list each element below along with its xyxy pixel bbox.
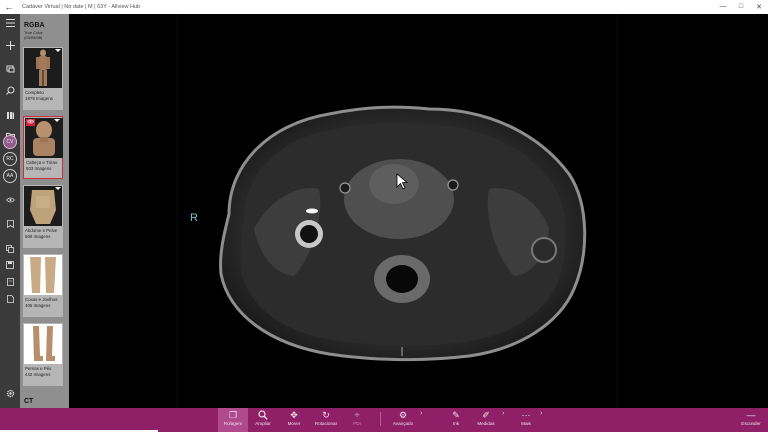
series-label: Pernas e Pés 442 Imagens: [25, 366, 51, 377]
pen-icon: ✎: [452, 410, 460, 420]
series-name: Abdome e Pelve: [25, 228, 58, 233]
tool-label: Ampliar: [255, 421, 271, 426]
tool-label: Rolagem: [223, 421, 243, 426]
chevron-right-icon[interactable]: ›: [420, 410, 422, 417]
menu-caret-icon[interactable]: [55, 325, 61, 328]
note-icon[interactable]: [2, 277, 18, 291]
tool-esconder[interactable]: — Esconder: [736, 408, 766, 432]
bottom-toolbar: ❐ Rolagem Ampliar ✥ Mover ↻ Rotacionar ⌖…: [0, 408, 768, 432]
series-name: Pernas e Pés: [25, 366, 52, 371]
tool-label: Esconder: [741, 421, 761, 426]
series-thumb-coxas-joelhos[interactable]: Coxas e Joelhos 406 Imagens: [23, 254, 63, 317]
series-thumb-pernas-pes[interactable]: Pernas e Pés 442 Imagens: [23, 323, 63, 386]
tool-pdi[interactable]: ⌖ PDI: [342, 408, 372, 432]
series-thumb-completo[interactable]: Completo 1879 Imagens: [23, 47, 63, 110]
close-button[interactable]: ✕: [750, 3, 768, 11]
zoom-icon: [248, 408, 278, 421]
search-icon[interactable]: [2, 86, 18, 100]
visible-eye-icon[interactable]: [26, 119, 35, 126]
tool-label: Medidas: [477, 421, 495, 426]
series-thumbnail-image: [24, 186, 62, 226]
series-thumbnail-image: [24, 255, 62, 295]
series-count: 442 Imagens: [25, 371, 51, 377]
tool-avancado[interactable]: ⚙ Avançado: [388, 408, 418, 432]
tool-rolagem[interactable]: ❐ Rolagem: [218, 408, 248, 432]
series-count: 1879 Imagens: [25, 95, 53, 101]
series-name: Cabeça e Tórax: [26, 160, 58, 165]
hide-icon: —: [746, 410, 756, 420]
more-icon: ⋯: [521, 410, 531, 420]
tool-mover[interactable]: ✥ Mover: [279, 408, 309, 432]
menu-caret-icon[interactable]: [55, 49, 61, 52]
tool-label: Rotacionar: [314, 421, 338, 426]
rc-button[interactable]: RC: [3, 152, 17, 166]
tool-rotacionar[interactable]: ↻ Rotacionar: [311, 408, 341, 432]
copy-icon[interactable]: [2, 244, 18, 258]
aa-button[interactable]: AA: [3, 169, 17, 183]
series-name: Coxas e Joelhos: [25, 297, 58, 302]
menu-caret-icon[interactable]: [55, 187, 61, 190]
save-icon[interactable]: [2, 260, 18, 274]
series-label: Completo 1879 Imagens: [25, 90, 53, 101]
window-controls: — □ ✕: [714, 3, 768, 11]
tool-label: PDI: [353, 421, 361, 426]
tool-mais[interactable]: ⋯ Mais: [511, 408, 541, 432]
series-panel: RGBA True Color (03/05/08) Completo 1879…: [20, 14, 69, 408]
series-label: Cabeça e Tórax 503 Imagens: [26, 160, 57, 171]
title-bar: ← Cadáver Virtual | No date | M | 63Y - …: [0, 0, 768, 14]
orientation-marker: R: [190, 212, 198, 224]
series-thumbnail-image: [24, 324, 62, 364]
panel-subtitle: True Color (03/05/08): [24, 30, 43, 40]
series-thumb-abdome-pelve[interactable]: Abdome e Pelve 508 Imagens: [23, 185, 63, 248]
chevron-right-icon[interactable]: ›: [540, 410, 542, 417]
series-thumb-cabeca-torax[interactable]: Cabeça e Tórax 503 Imagens: [23, 116, 63, 179]
back-button[interactable]: ←: [0, 2, 18, 12]
cv-button[interactable]: CV: [3, 135, 17, 149]
tool-ink[interactable]: ✎ Ink: [441, 408, 471, 432]
series-count: 508 Imagens: [25, 233, 51, 239]
maximize-button[interactable]: □: [732, 3, 750, 11]
window-title: Cadáver Virtual | No date | M | 63Y - Al…: [22, 4, 141, 10]
add-icon[interactable]: [2, 41, 18, 55]
bookmark-icon[interactable]: [2, 219, 18, 233]
panel-title: RGBA: [24, 22, 45, 29]
layers-icon[interactable]: [2, 64, 18, 78]
tool-ampliar[interactable]: Ampliar: [248, 408, 278, 432]
tool-label: Avançado: [392, 421, 414, 426]
rotate-icon: ↻: [322, 410, 330, 420]
minimize-button[interactable]: —: [714, 3, 732, 11]
settings-gear-icon[interactable]: [2, 389, 18, 403]
series-label: Coxas e Joelhos 406 Imagens: [25, 297, 57, 308]
modality-label: CT: [24, 398, 34, 405]
stack-icon: ❐: [228, 410, 238, 420]
mouse-cursor-icon: [396, 173, 408, 190]
chevron-right-icon[interactable]: ›: [502, 410, 504, 417]
series-count: 406 Imagens: [25, 302, 51, 308]
series-label: Abdome e Pelve 508 Imagens: [25, 228, 57, 239]
document-icon[interactable]: [2, 294, 18, 308]
tool-label: Mais: [521, 421, 531, 426]
tool-label: Ink: [452, 421, 460, 426]
library-icon[interactable]: [2, 110, 18, 124]
mri-axial-slice: [176, 14, 618, 408]
series-count: 503 Imagens: [26, 165, 52, 171]
pin-icon: ⌖: [354, 410, 360, 420]
menu-caret-icon[interactable]: [55, 256, 61, 259]
move-icon: ✥: [290, 410, 298, 420]
tool-medidas[interactable]: ✐ Medidas: [471, 408, 501, 432]
eye-icon[interactable]: [2, 194, 18, 208]
image-viewport[interactable]: R: [69, 14, 768, 408]
gear-icon: ⚙: [398, 410, 408, 420]
ruler-icon: ✐: [482, 410, 490, 420]
panel-subtitle-line-2: (03/05/08): [24, 35, 43, 40]
left-rail: CV RC AA: [0, 14, 20, 408]
toolbar-divider: [380, 412, 381, 426]
series-thumbnail-image: [24, 48, 62, 88]
menu-caret-icon[interactable]: [54, 119, 60, 122]
tool-label: Mover: [287, 421, 301, 426]
app-window: ← Cadáver Virtual | No date | M | 63Y - …: [0, 0, 768, 432]
hamburger-menu-icon[interactable]: [2, 18, 18, 32]
